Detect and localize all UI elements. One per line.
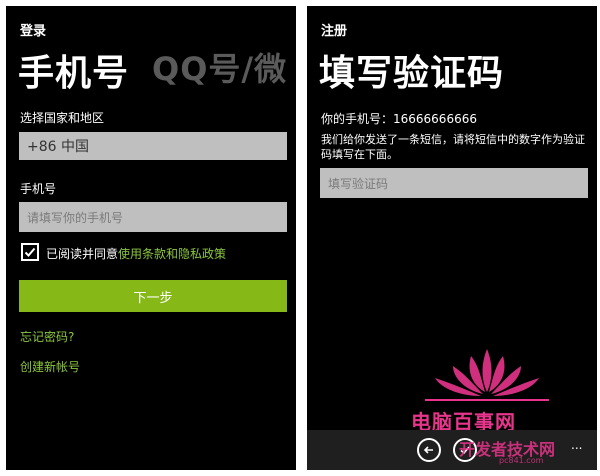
terms-link[interactable]: 使用条款和隐私政策 bbox=[118, 247, 226, 261]
next-button-label: 下一步 bbox=[133, 290, 173, 306]
phone-input[interactable]: 请填写你的手机号 bbox=[19, 202, 287, 232]
pivot-title-qq[interactable]: QQ号/微 bbox=[152, 44, 287, 90]
country-label: 选择国家和地区 bbox=[20, 111, 105, 125]
info-line-1: 我们给你发送了一条短信，请将短信中的数字作为验证 bbox=[321, 133, 585, 146]
page-title: 填写验证码 bbox=[319, 53, 505, 94]
more-button[interactable]: ... bbox=[571, 438, 582, 452]
phone-number-line: 你的手机号：16666666666 bbox=[321, 112, 477, 126]
check-icon bbox=[24, 247, 36, 257]
forgot-password-link[interactable]: 忘记密码? bbox=[20, 328, 74, 345]
verification-code-input[interactable]: 填写验证码 bbox=[320, 168, 588, 198]
agree-text: 已阅读并同意使用条款和隐私政策 bbox=[46, 245, 226, 262]
create-account-link[interactable]: 创建新帐号 bbox=[20, 358, 80, 375]
country-select[interactable]: +86 中国 bbox=[19, 132, 287, 160]
login-screen: 登录 手机号 QQ号/微 选择国家和地区 +86 中国 手机号 请填写你的手机号… bbox=[6, 6, 296, 470]
app-bar: ... 开发者技术网 pc841.com bbox=[307, 430, 597, 470]
arrow-left-icon bbox=[423, 446, 433, 454]
login-header: 登录 bbox=[20, 24, 47, 39]
register-screen: 注册 填写验证码 你的手机号：16666666666 我们给你发送了一条短信，请… bbox=[307, 6, 597, 470]
next-button[interactable]: 下一步 bbox=[19, 280, 287, 312]
agree-prefix: 已阅读并同意 bbox=[46, 247, 119, 261]
back-button[interactable] bbox=[417, 438, 441, 462]
info-text: 我们给你发送了一条短信，请将短信中的数字作为验证 码填写在下面。 bbox=[321, 132, 585, 162]
info-line-2: 码填写在下面。 bbox=[321, 148, 398, 161]
phone-label: 手机号 bbox=[20, 182, 57, 196]
lotus-logo-icon bbox=[425, 349, 549, 401]
country-value: +86 中国 bbox=[27, 139, 89, 155]
watermark-url: pc841.com bbox=[499, 456, 544, 465]
agree-checkbox[interactable] bbox=[21, 243, 39, 261]
phone-placeholder: 请填写你的手机号 bbox=[27, 210, 124, 225]
register-header: 注册 bbox=[321, 24, 348, 39]
pivot-title-phone[interactable]: 手机号 bbox=[18, 44, 129, 96]
code-placeholder: 填写验证码 bbox=[328, 176, 389, 191]
